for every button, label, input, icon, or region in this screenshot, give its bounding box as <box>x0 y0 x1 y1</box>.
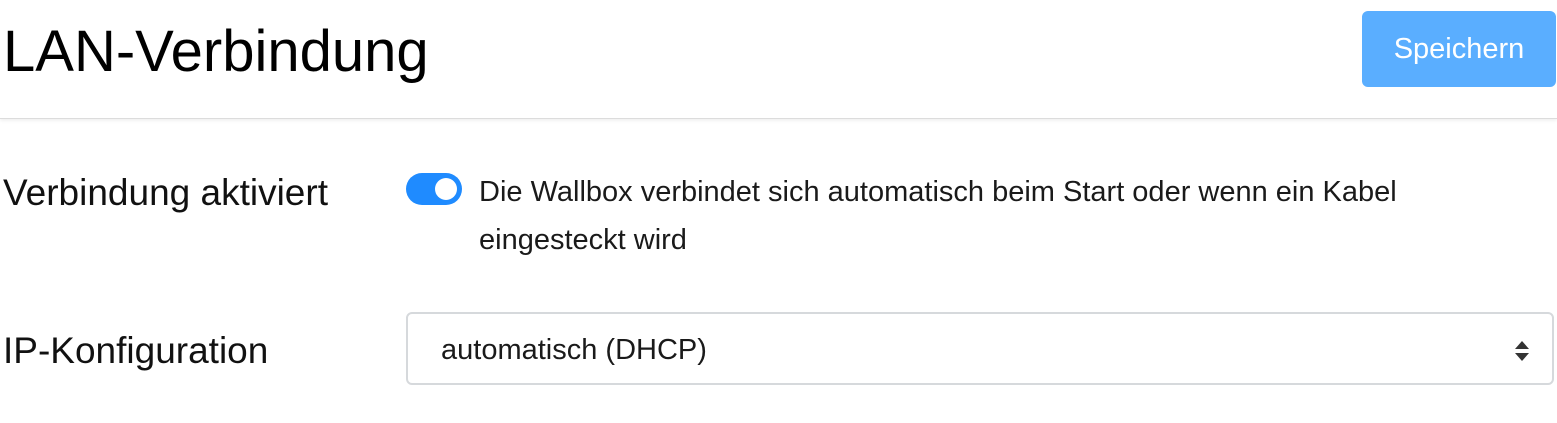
connection-enabled-label: Verbindung aktiviert <box>3 172 328 213</box>
sort-arrows-icon <box>1515 341 1529 361</box>
connection-enabled-description: Die Wallbox verbindet sich automatisch b… <box>479 176 1397 256</box>
page-header: LAN-Verbindung Speichern <box>0 0 1557 119</box>
ip-configuration-label: IP-Konfiguration <box>3 330 269 371</box>
save-button[interactable]: Speichern <box>1362 11 1556 87</box>
connection-enabled-toggle[interactable] <box>406 173 462 205</box>
page-title: LAN-Verbindung <box>3 19 429 84</box>
toggle-knob <box>435 178 457 200</box>
ip-configuration-select[interactable]: automatisch (DHCP) <box>406 312 1554 385</box>
ip-configuration-selected-value: automatisch (DHCP) <box>441 334 707 366</box>
